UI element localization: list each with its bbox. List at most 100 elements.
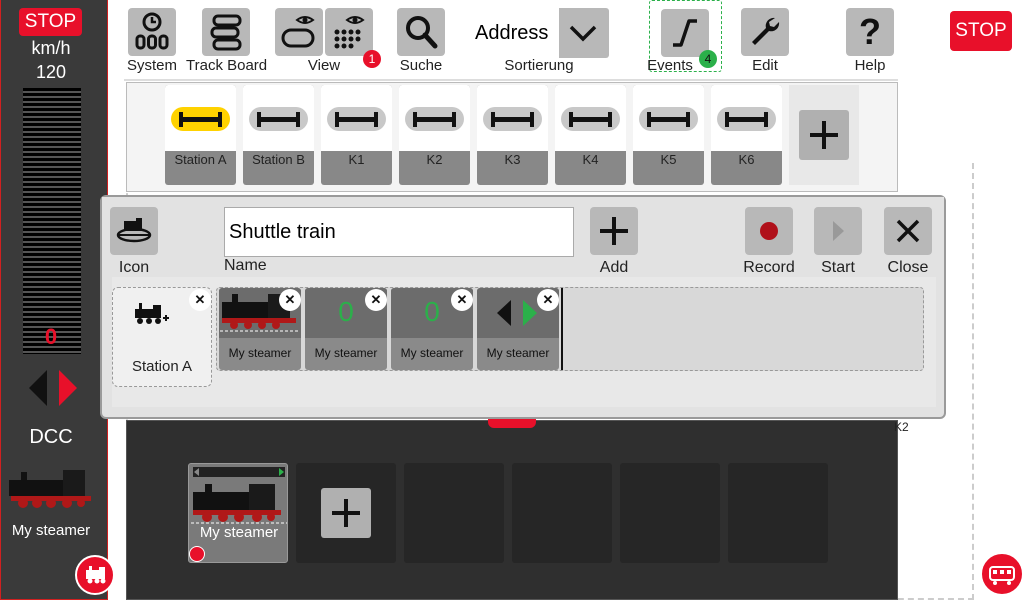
station-label: K4 (582, 152, 599, 167)
sequence-step[interactable]: 0 My steamer ✕ (391, 288, 473, 370)
clock-icon (135, 12, 169, 50)
station-label: K6 (738, 152, 755, 167)
station-tab[interactable]: K5 (633, 85, 704, 185)
train-slot-direction-bar (193, 467, 285, 477)
record-label: Record (743, 259, 795, 276)
sequence-step[interactable]: My steamer ✕ (219, 288, 301, 370)
help-button[interactable]: ? Help (842, 8, 898, 74)
sort-label: Sortierung (504, 57, 574, 74)
drawer-handle[interactable] (488, 418, 536, 428)
train-slot-empty[interactable] (728, 463, 828, 563)
station-tab[interactable]: K1 (321, 85, 392, 185)
station-tab[interactable]: K6 (711, 85, 782, 185)
events-label: Events (647, 57, 693, 74)
speed-slider[interactable] (23, 88, 81, 354)
station-tab[interactable]: Station B (243, 85, 314, 185)
loco-control-button[interactable] (980, 552, 1024, 596)
name-input[interactable]: Shuttle train (224, 207, 574, 257)
view-label: View (307, 57, 341, 74)
sequence-step[interactable]: My steamer ✕ (477, 288, 559, 370)
add-station-button[interactable] (789, 85, 859, 185)
speed-unit: km/h (31, 38, 71, 58)
protocol-label: DCC (29, 426, 73, 448)
edit-button[interactable]: Edit (737, 8, 793, 74)
edit-label: Edit (752, 57, 778, 74)
station-tab[interactable]: Station A (165, 85, 236, 185)
sequence-step[interactable]: 0 My steamer ✕ (305, 288, 387, 370)
remove-step-icon[interactable]: ✕ (279, 289, 301, 311)
plus-icon (332, 499, 360, 527)
station-icon-area (477, 85, 548, 151)
station-icon-area (243, 85, 314, 151)
remove-step-icon[interactable]: ✕ (537, 289, 559, 311)
icon-button[interactable] (110, 207, 158, 255)
global-stop-button[interactable]: STOP (950, 11, 1012, 51)
sort-select[interactable]: Address (469, 8, 609, 58)
start-button[interactable] (814, 207, 862, 255)
record-indicator (189, 546, 205, 562)
search-button[interactable]: Suche (391, 8, 451, 74)
step-label: My steamer (486, 346, 550, 360)
shuttle-icon (116, 218, 152, 243)
search-label: Suche (399, 57, 443, 74)
station-label: K5 (660, 152, 677, 167)
track-board-label: Track Board (186, 57, 268, 74)
track-board-icon (210, 14, 242, 51)
events-badge: 4 (699, 50, 717, 68)
loco-name: My steamer (11, 522, 91, 539)
shuttle-train-dialog: Icon Shuttle train Name Add Record Start (100, 195, 946, 419)
start-station-label: Station A (131, 358, 193, 375)
direction-reverse-icon[interactable] (29, 370, 47, 406)
track-icon (491, 112, 534, 127)
view-button[interactable]: View 1 (272, 8, 381, 74)
plus-icon (600, 217, 628, 245)
track-icon (569, 112, 612, 127)
track-icon (335, 112, 378, 127)
step-label: My steamer (314, 346, 378, 360)
remove-step-icon[interactable]: ✕ (451, 289, 473, 311)
system-label: System (126, 57, 177, 74)
station-label: K1 (348, 152, 365, 167)
system-button[interactable]: System (124, 8, 180, 74)
wrench-icon (752, 17, 780, 45)
track-icon (647, 112, 690, 127)
locomotive-image[interactable] (7, 466, 97, 510)
remove-step-icon[interactable]: ✕ (365, 289, 387, 311)
eye-grid-icon (334, 16, 365, 49)
icon-label: Icon (118, 259, 150, 276)
throttle-stop-button[interactable]: STOP (19, 8, 82, 36)
forward-arrow-icon (523, 300, 537, 326)
train-icon (135, 303, 169, 324)
train-slot-add[interactable] (296, 463, 396, 563)
close-button[interactable] (884, 207, 932, 255)
svg-text:?: ? (859, 11, 881, 52)
step-label: My steamer (400, 346, 464, 360)
track-icon (413, 112, 456, 127)
track-icon (725, 112, 768, 127)
train-slot-empty[interactable] (404, 463, 504, 563)
locomotive-image (191, 484, 287, 524)
loco-select-button[interactable] (75, 555, 115, 595)
start-label: Start (821, 259, 855, 276)
eye-track-icon (281, 16, 315, 48)
station-icon-area (165, 85, 236, 151)
remove-station-icon[interactable]: ✕ (189, 289, 211, 311)
add-button[interactable] (590, 207, 638, 255)
name-label: Name (224, 257, 267, 274)
train-slot-empty[interactable] (512, 463, 612, 563)
train-slot[interactable]: My steamer (188, 463, 288, 563)
track-board-button[interactable]: Track Board (186, 8, 268, 74)
station-icon-area (555, 85, 626, 151)
reverse-arrow-icon (497, 300, 511, 326)
current-speed: 0 (44, 324, 58, 349)
station-tab[interactable]: K3 (477, 85, 548, 185)
station-icon-area (399, 85, 470, 151)
close-label: Close (887, 259, 929, 276)
station-tab[interactable]: K4 (555, 85, 626, 185)
direction-forward-icon[interactable] (59, 370, 77, 406)
max-speed: 120 (35, 62, 67, 82)
station-tab[interactable]: K2 (399, 85, 470, 185)
start-station-card[interactable]: ✕ Station A (112, 287, 212, 387)
record-button[interactable] (745, 207, 793, 255)
train-slot-empty[interactable] (620, 463, 720, 563)
